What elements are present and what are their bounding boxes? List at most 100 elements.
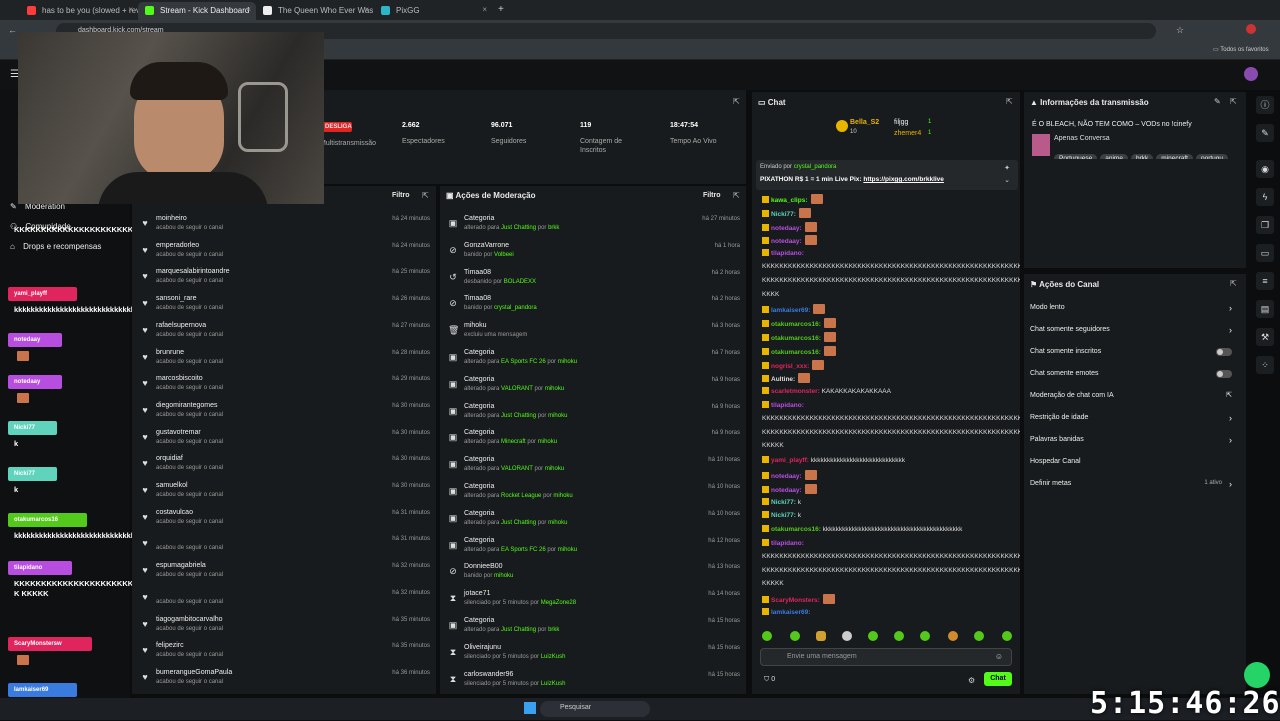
tag-chip[interactable]: Portuguese <box>1054 154 1098 159</box>
detail-moderator[interactable]: Volbeei <box>494 252 514 258</box>
settings-icon[interactable]: ⚙ <box>968 676 975 685</box>
send-chat-button[interactable]: Chat <box>984 672 1012 686</box>
camera-icon[interactable]: ◉ <box>1256 160 1274 178</box>
detail-moderator[interactable]: mihoku <box>545 466 564 472</box>
chat-username[interactable]: Iamkaiser69: <box>771 609 810 616</box>
channel-action-hospedar-canal[interactable]: Hospedar Canal <box>1030 458 1232 465</box>
toggle-switch[interactable] <box>1216 370 1232 378</box>
expand-icon[interactable]: ⇱ <box>1230 97 1237 106</box>
follower-name[interactable]: orquidiaf <box>156 455 183 462</box>
channel-action-definir-metas[interactable]: Definir metas 1 ativo › <box>1030 479 1232 489</box>
channel-action-restri-o-de-idade[interactable]: Restrição de idade › <box>1030 413 1232 423</box>
chat-username[interactable]: Nicki77: <box>771 499 796 506</box>
chat-username[interactable]: Nicki77: <box>771 211 796 218</box>
pinned-link[interactable]: https://pixgg.com/brkklive <box>863 176 944 183</box>
channel-action-palavras-banidas[interactable]: Palavras banidas › <box>1030 435 1232 445</box>
chat-username[interactable]: tilapidano: <box>771 402 804 409</box>
browser-tab[interactable]: PixGG × <box>374 2 492 20</box>
close-icon[interactable]: × <box>482 5 487 14</box>
star-icon[interactable]: ☆ <box>1176 25 1184 36</box>
detail-moderator[interactable]: mihoku <box>548 520 567 526</box>
follower-name[interactable]: marcosbiscoito <box>156 375 203 382</box>
copy-icon[interactable]: ❐ <box>1256 216 1274 234</box>
chat-input[interactable]: Envie uma mensagem ☺ <box>760 648 1012 666</box>
expand-icon[interactable]: ⇱ <box>733 191 740 200</box>
follower-name[interactable]: gustavotremar <box>156 429 201 436</box>
tag-chip[interactable]: portugu <box>1195 154 1229 159</box>
edit-icon[interactable]: ✎ <box>1214 97 1221 106</box>
pin-icon[interactable]: ✦ <box>1004 164 1010 172</box>
detail-moderator[interactable]: mihoku <box>558 547 577 553</box>
follower-name[interactable]: diegomirantegomes <box>156 402 217 409</box>
chat-username[interactable]: tilapidano: <box>771 540 804 547</box>
edit-icon[interactable]: ✎ <box>1256 124 1274 142</box>
channel-action-modo-lento[interactable]: Modo lento › <box>1030 303 1232 313</box>
close-icon[interactable]: × <box>128 5 133 14</box>
chat-username[interactable]: otakumarcos16: <box>771 321 821 328</box>
whatsapp-icon[interactable] <box>1244 662 1270 688</box>
user-avatar[interactable] <box>1244 67 1258 81</box>
expand-icon[interactable]: ⇱ <box>1230 279 1237 288</box>
tag-chip[interactable]: anime <box>1100 154 1128 159</box>
detail-moderator[interactable]: brkk <box>548 627 559 633</box>
channel-action-chat-somente-inscritos[interactable]: Chat somente inscritos <box>1030 348 1232 356</box>
follower-name[interactable]: bumeranguеGomaPaula <box>156 669 232 676</box>
detail-moderator[interactable]: LuizKush <box>541 681 566 687</box>
chat-username[interactable]: notedaay: <box>771 473 802 480</box>
followers-filter-button[interactable]: Filtro <box>392 192 410 199</box>
expand-icon[interactable]: ⇱ <box>422 191 429 200</box>
detail-moderator[interactable]: LuizKush <box>541 654 566 660</box>
detail-moderator[interactable]: mihoku <box>494 573 513 579</box>
detail-moderator[interactable]: mihoku <box>548 413 567 419</box>
chat-username[interactable]: Nicki77: <box>771 512 796 519</box>
flash-icon[interactable]: ϟ <box>1256 188 1274 206</box>
chat-username[interactable]: tilapidano: <box>771 250 804 257</box>
mod-filter-button[interactable]: Filtro <box>703 192 721 199</box>
taskbar-search[interactable]: Pesquisar <box>540 701 650 717</box>
toggle-switch[interactable] <box>1216 348 1232 356</box>
follower-name[interactable]: espumagabriela <box>156 562 206 569</box>
windows-start-icon[interactable] <box>524 702 536 714</box>
follower-name[interactable]: sansoni_rare <box>156 295 196 302</box>
chat-username[interactable]: notedaay: <box>771 225 802 232</box>
close-icon[interactable]: × <box>246 5 251 14</box>
back-icon[interactable]: ← <box>8 25 17 35</box>
follower-name[interactable]: brunrune <box>156 349 184 356</box>
sliders-icon[interactable]: ⁘ <box>1256 356 1274 374</box>
tag-chip[interactable]: brkk <box>1130 154 1154 159</box>
follower-name[interactable]: rafaelsupernova <box>156 322 206 329</box>
chat-icon[interactable]: ▭ <box>1256 244 1274 262</box>
follower-name[interactable]: felipezirc <box>156 642 184 649</box>
list-icon[interactable]: ≡ <box>1256 272 1274 290</box>
channel-action-modera-o-de-chat-com-ia[interactable]: Moderação de chat com IA ⇱ <box>1030 392 1232 399</box>
chat-username[interactable]: nogrisl_xxx: <box>771 363 809 370</box>
chat-username[interactable]: scarletmonster: <box>771 388 820 395</box>
detail-moderator[interactable]: brkk <box>548 225 559 231</box>
detail-moderator[interactable]: mihoku <box>553 493 572 499</box>
channel-action-chat-somente-emotes[interactable]: Chat somente emotes <box>1030 370 1232 378</box>
chat-username[interactable]: otakumarcos16: <box>771 526 821 533</box>
chevron-down-icon[interactable]: ⌄ <box>1004 176 1010 184</box>
tool-icon[interactable]: ⚒ <box>1256 328 1274 346</box>
chat-username[interactable]: Aultine: <box>771 376 795 383</box>
expand-icon[interactable]: ⇱ <box>733 97 740 106</box>
close-icon[interactable]: × <box>364 5 369 14</box>
gallery-icon[interactable]: ▤ <box>1256 300 1274 318</box>
chat-username[interactable]: yami_playff: <box>771 457 809 464</box>
chat-username[interactable]: kawa_clips: <box>771 197 808 204</box>
detail-moderator[interactable]: mihoku <box>545 386 564 392</box>
detail-moderator[interactable]: crystal_pandora <box>494 305 537 311</box>
expand-icon[interactable]: ⇱ <box>1006 97 1013 106</box>
follower-name[interactable]: tiagogambitocarvalho <box>156 616 223 623</box>
follower-name[interactable]: marquesalabirintoandre <box>156 268 230 275</box>
channel-action-chat-somente-seguidores[interactable]: Chat somente seguidores › <box>1030 325 1232 335</box>
detail-moderator[interactable]: mihoku <box>558 359 577 365</box>
follower-name[interactable]: costavulcao <box>156 509 193 516</box>
info-icon[interactable]: ⓘ <box>1256 96 1274 114</box>
chat-username[interactable]: otakumarcos16: <box>771 335 821 342</box>
chat-username[interactable]: notedaay: <box>771 238 802 245</box>
chat-username[interactable]: Iamkaiser69: <box>771 307 810 314</box>
detail-moderator[interactable]: MegaZone28 <box>541 600 576 606</box>
browser-tab[interactable]: has to be you (slowed + reverb× <box>20 2 138 20</box>
emoji-icon[interactable]: ☺ <box>995 652 1003 661</box>
